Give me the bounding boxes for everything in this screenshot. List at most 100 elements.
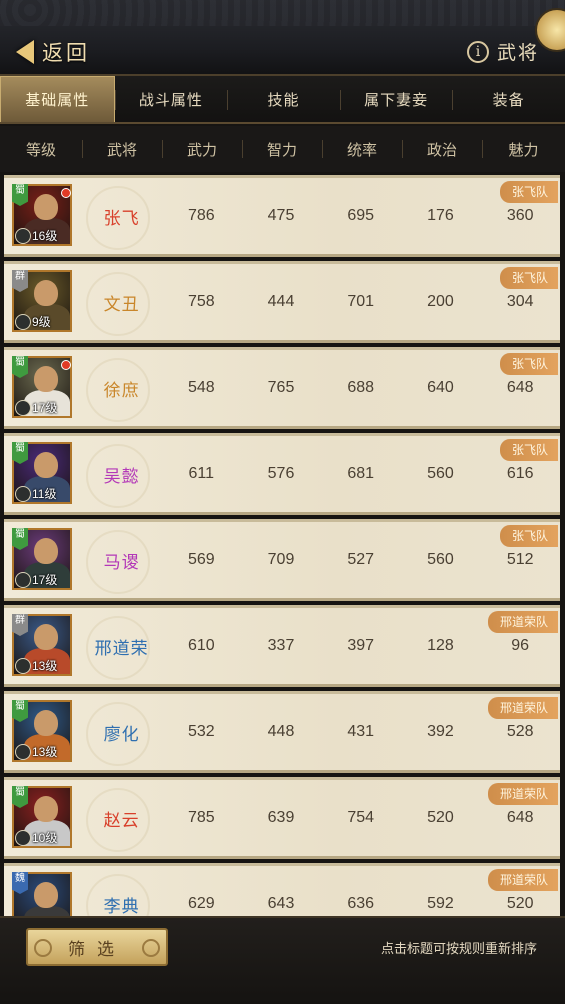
stat-leadership: 754 bbox=[347, 809, 375, 826]
tab-subordinates-spouses[interactable]: 属下妻妾 bbox=[339, 76, 453, 122]
top-bar: 返回 i 武将 bbox=[0, 0, 565, 76]
notification-dot bbox=[61, 188, 71, 198]
level-label: 11级 bbox=[32, 487, 57, 501]
tab-equipment[interactable]: 装备 bbox=[452, 76, 565, 122]
stat-charm: 512 bbox=[506, 551, 534, 568]
portrait-face bbox=[34, 796, 58, 822]
portrait-cell[interactable]: 群 13级 bbox=[4, 605, 82, 687]
general-row[interactable]: 群 13级 邢道荣 610 337 397 128 96 邢道荣队 bbox=[4, 605, 560, 687]
star-level-icon bbox=[15, 830, 31, 846]
portrait-cell[interactable]: 蜀 10级 bbox=[4, 777, 82, 859]
portrait-face bbox=[34, 882, 58, 908]
general-name: 廖化 bbox=[103, 724, 140, 745]
portrait-face bbox=[34, 194, 58, 220]
team-badge: 张飞队 bbox=[499, 439, 558, 461]
stat-leadership: 688 bbox=[347, 379, 375, 396]
col-strength[interactable]: 武力 bbox=[162, 126, 242, 172]
stat-intelligence: 765 bbox=[267, 379, 295, 396]
faction-badge: 蜀 bbox=[12, 528, 28, 550]
team-badge: 张飞队 bbox=[499, 525, 558, 547]
notification-dot bbox=[61, 360, 71, 370]
portrait-cell[interactable]: 蜀 16级 bbox=[4, 175, 82, 257]
stat-charm: 520 bbox=[506, 895, 534, 912]
star-level-icon bbox=[15, 314, 31, 330]
stat-charm: 360 bbox=[506, 207, 534, 224]
generals-list[interactable]: 蜀 16级 张飞 786 475 695 176 360 张飞队 群 9级 文丑… bbox=[0, 172, 565, 916]
stat-intelligence: 639 bbox=[267, 809, 295, 826]
stat-charm: 96 bbox=[511, 637, 530, 654]
stat-politics: 392 bbox=[427, 723, 454, 740]
faction-badge: 魏 bbox=[12, 872, 28, 894]
team-badge: 张飞队 bbox=[499, 267, 558, 289]
col-intelligence[interactable]: 智力 bbox=[242, 126, 322, 172]
portrait-face bbox=[34, 624, 58, 650]
general-row[interactable]: 群 9级 文丑 758 444 701 200 304 张飞队 bbox=[4, 261, 560, 343]
general-name: 赵云 bbox=[103, 810, 140, 831]
stat-intelligence: 448 bbox=[267, 723, 295, 740]
generals-info[interactable]: i 武将 bbox=[466, 38, 539, 65]
portrait-cell[interactable]: 蜀 17级 bbox=[4, 347, 82, 429]
general-row[interactable]: 蜀 17级 马谡 569 709 527 560 512 张飞队 bbox=[4, 519, 560, 601]
general-name: 徐庶 bbox=[103, 380, 140, 401]
general-name: 邢道荣 bbox=[94, 638, 149, 659]
portrait-face bbox=[34, 452, 58, 478]
star-level-icon bbox=[15, 400, 31, 416]
col-politics[interactable]: 政治 bbox=[402, 126, 482, 172]
portrait-cell[interactable]: 群 9级 bbox=[4, 261, 82, 343]
general-row[interactable]: 蜀 16级 张飞 786 475 695 176 360 张飞队 bbox=[4, 175, 560, 257]
stat-charm: 304 bbox=[506, 293, 534, 310]
level-label: 10级 bbox=[32, 831, 58, 845]
tab-skills[interactable]: 技能 bbox=[227, 76, 340, 122]
tab-combat-attributes[interactable]: 战斗属性 bbox=[114, 76, 228, 122]
stat-leadership: 431 bbox=[347, 723, 375, 740]
stat-strength: 610 bbox=[187, 637, 215, 654]
tab-basic-attributes[interactable]: 基础属性 bbox=[0, 76, 115, 122]
level-label: 17级 bbox=[32, 573, 58, 587]
back-button[interactable]: 返回 bbox=[16, 36, 90, 68]
portrait-cell[interactable]: 蜀 13级 bbox=[4, 691, 82, 773]
stat-politics: 520 bbox=[427, 809, 454, 826]
stat-leadership: 397 bbox=[347, 637, 375, 654]
header-pattern bbox=[0, 0, 565, 26]
general-row[interactable]: 蜀 17级 徐庶 548 765 688 640 648 张飞队 bbox=[4, 347, 560, 429]
stat-strength: 785 bbox=[187, 809, 215, 826]
star-level-icon bbox=[15, 744, 31, 760]
general-row[interactable]: 魏 李典 629 643 636 592 520 邢道荣队 bbox=[4, 863, 560, 916]
back-label: 返回 bbox=[42, 41, 90, 65]
portrait-cell[interactable]: 蜀 17级 bbox=[4, 519, 82, 601]
stat-politics: 128 bbox=[427, 637, 454, 654]
stat-politics: 560 bbox=[427, 465, 454, 482]
portrait-face bbox=[34, 538, 58, 564]
general-name: 张飞 bbox=[103, 208, 140, 229]
stat-strength: 611 bbox=[188, 465, 215, 482]
level-label: 16级 bbox=[32, 229, 58, 243]
col-general[interactable]: 武将 bbox=[82, 126, 162, 172]
general-row[interactable]: 蜀 10级 赵云 785 639 754 520 648 邢道荣队 bbox=[4, 777, 560, 859]
column-header: 等级 武将 武力 智力 统率 政治 魅力 bbox=[0, 126, 565, 172]
general-row[interactable]: 蜀 13级 廖化 532 448 431 392 528 邢道荣队 bbox=[4, 691, 560, 773]
stat-intelligence: 709 bbox=[267, 551, 295, 568]
portrait-cell[interactable]: 蜀 11级 bbox=[4, 433, 82, 515]
team-badge: 邢道荣队 bbox=[487, 869, 558, 891]
stat-charm: 616 bbox=[506, 465, 534, 482]
star-level-icon bbox=[15, 228, 31, 244]
star-level-icon bbox=[15, 658, 31, 674]
stat-intelligence: 444 bbox=[267, 293, 295, 310]
portrait-face bbox=[34, 710, 58, 736]
emblem-icon[interactable] bbox=[535, 8, 565, 52]
footer: 筛选 点击标题可按规则重新排序 bbox=[0, 916, 565, 1004]
faction-badge: 蜀 bbox=[12, 356, 28, 378]
stat-strength: 569 bbox=[187, 551, 215, 568]
col-charm[interactable]: 魅力 bbox=[482, 126, 565, 172]
col-leadership[interactable]: 统率 bbox=[322, 126, 402, 172]
star-level-icon bbox=[15, 486, 31, 502]
stat-leadership: 701 bbox=[347, 293, 375, 310]
level-label: 13级 bbox=[32, 745, 58, 759]
filter-button[interactable]: 筛选 bbox=[26, 928, 168, 966]
general-row[interactable]: 蜀 11级 吴懿 611 576 681 560 616 张飞队 bbox=[4, 433, 560, 515]
stat-charm: 528 bbox=[506, 723, 534, 740]
stat-politics: 592 bbox=[427, 895, 454, 912]
info-icon[interactable]: i bbox=[466, 40, 489, 63]
col-level[interactable]: 等级 bbox=[0, 126, 82, 172]
portrait-cell[interactable]: 魏 bbox=[4, 863, 82, 916]
